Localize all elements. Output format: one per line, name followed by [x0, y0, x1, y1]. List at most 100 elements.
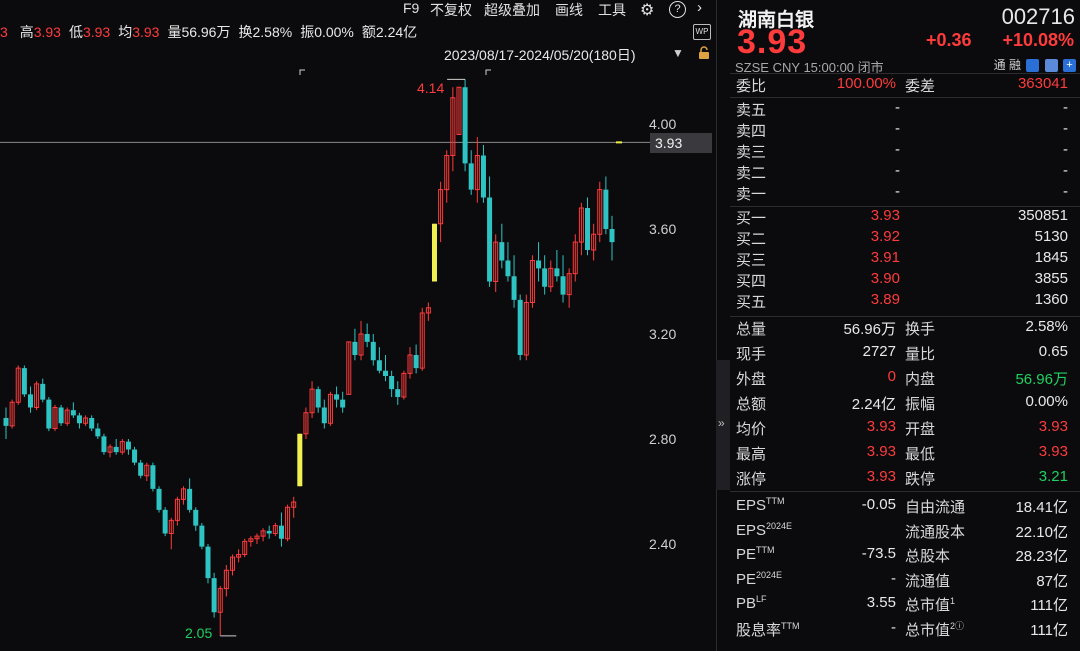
chevron-double-right-icon[interactable]: » [718, 416, 725, 430]
stat-label: 最低 [905, 446, 936, 463]
fund-label-sup: 2024E [766, 520, 793, 531]
candle-body [431, 223, 437, 282]
ask-row: 卖五 - - [730, 99, 1080, 120]
price-change-pct: +10.08% [1002, 30, 1074, 50]
candle-body [70, 410, 76, 416]
fund-row: PE2024E - 流通值 87亿 [730, 570, 1080, 591]
candle-body [603, 189, 609, 229]
fund-label-text: 总市值 [905, 597, 951, 614]
stat-value: 56.96万 [1015, 371, 1068, 388]
candle-body [609, 229, 615, 243]
level-qty: 5130 [1034, 228, 1068, 245]
range-start-marker [299, 69, 305, 75]
fund-label: PE2024E [736, 570, 782, 588]
candle-body [376, 360, 382, 371]
level-price: - [895, 99, 900, 116]
add-icon[interactable]: + [1063, 59, 1076, 73]
candle-body [542, 268, 548, 287]
candle-body [487, 197, 493, 282]
stat-row: 总额 2.24亿 振幅 0.00% [730, 393, 1080, 414]
grid-icon[interactable] [1044, 59, 1058, 73]
fund-label-text: 总市值 [905, 621, 951, 639]
range-end-marker [485, 69, 491, 75]
stat-value: 2.58% [1025, 318, 1068, 335]
candle-body [370, 341, 376, 361]
level-qty: - [1063, 162, 1068, 179]
candle-body [21, 368, 27, 395]
fund-value: 111亿 [1030, 597, 1068, 614]
candle-body [536, 260, 542, 269]
fund-row: PBLF 3.55 总市值1 111亿 [730, 594, 1080, 615]
candle-body [413, 355, 419, 369]
candle-body [132, 449, 138, 463]
stat-value: 2.24亿 [851, 396, 896, 413]
fund-label: 总市值1 [905, 594, 955, 615]
stat-value: 2727 [862, 343, 896, 360]
stat-value: 3.93 [866, 418, 896, 435]
level-label: 卖三 [736, 144, 767, 161]
fund-label-text: PE [736, 546, 757, 563]
candle-body [187, 488, 193, 510]
candle-body [113, 446, 119, 453]
level-label: 买一 [736, 210, 767, 227]
fund-label: EPS2024E [736, 521, 792, 539]
candle-body [517, 299, 523, 355]
fund-label-sup: TTM [766, 496, 785, 506]
candle-body [462, 87, 468, 164]
fund-label-text: 总股本 [905, 548, 951, 565]
separator [730, 491, 1080, 492]
stat-label: 振幅 [905, 396, 936, 413]
fund-label-sup: 2024E [756, 569, 783, 580]
level-price: 3.91 [870, 249, 900, 266]
level-label: 买五 [736, 294, 767, 311]
separator [730, 73, 1080, 74]
candle-body [389, 376, 395, 390]
stat-label: 换手 [905, 321, 936, 338]
level-price: - [895, 162, 900, 179]
candlestick-plot[interactable] [0, 0, 716, 651]
candle-body [334, 394, 340, 400]
fund-row: 股息率TTM - 总市值2ⓘ 111亿 [730, 619, 1080, 640]
candle-body [395, 389, 401, 397]
stat-label: 涨停 [736, 471, 767, 488]
bid-row: 买四 3.90 3855 [730, 270, 1080, 291]
stat-label: 开盘 [905, 421, 936, 438]
separator [730, 97, 1080, 98]
fund-value: -0.05 [861, 496, 896, 513]
fund-value: 3.55 [866, 594, 896, 611]
fund-value: - [891, 569, 896, 587]
level-price: 3.90 [870, 270, 900, 287]
candle-body [199, 525, 205, 547]
edit-icon[interactable] [1026, 59, 1040, 73]
ratio-value: 100.00% [836, 75, 896, 92]
fund-row: PETTM -73.5 总股本 28.23亿 [730, 545, 1080, 566]
high-marker-label: 4.14 [417, 80, 445, 96]
stat-row: 最高 3.93 最低 3.93 [730, 443, 1080, 464]
fund-value: 28.23亿 [1015, 548, 1068, 565]
stock-code: 002716 [1001, 4, 1075, 29]
ask-row: 卖四 - - [730, 120, 1080, 141]
fund-label-text: PE [736, 570, 757, 588]
fund-value: -73.5 [861, 545, 896, 562]
stat-label: 现手 [736, 346, 767, 363]
fund-label: 总股本 [905, 545, 950, 566]
tong-label: 通 [993, 58, 1006, 72]
stat-row: 外盘 0 内盘 56.96万 [730, 368, 1080, 389]
fund-label-text: EPS [736, 497, 767, 514]
stat-label: 总额 [736, 396, 767, 413]
stat-row: 现手 2727 量比 0.65 [730, 343, 1080, 364]
fund-label: PBLF [736, 594, 767, 612]
stat-value: 0.65 [1038, 343, 1068, 360]
stat-label: 均价 [736, 421, 767, 438]
stat-label: 内盘 [905, 371, 936, 388]
price-change: +0.36 [926, 30, 972, 50]
y-tick-label: 2.40 [649, 536, 677, 552]
fund-label: 总市值2ⓘ [905, 619, 964, 640]
candle-body [150, 465, 156, 489]
fund-label: 流通股本 [905, 521, 965, 542]
stat-label: 总量 [736, 321, 767, 338]
candle-body [76, 415, 82, 424]
level-label: 买四 [736, 273, 767, 290]
candle-body [193, 509, 199, 526]
kline-chart-pane[interactable]: F9 不复权 超级叠加 画线 工具 ⚙ ? › 3 高3.93 低3.93 均3.9… [0, 0, 716, 651]
